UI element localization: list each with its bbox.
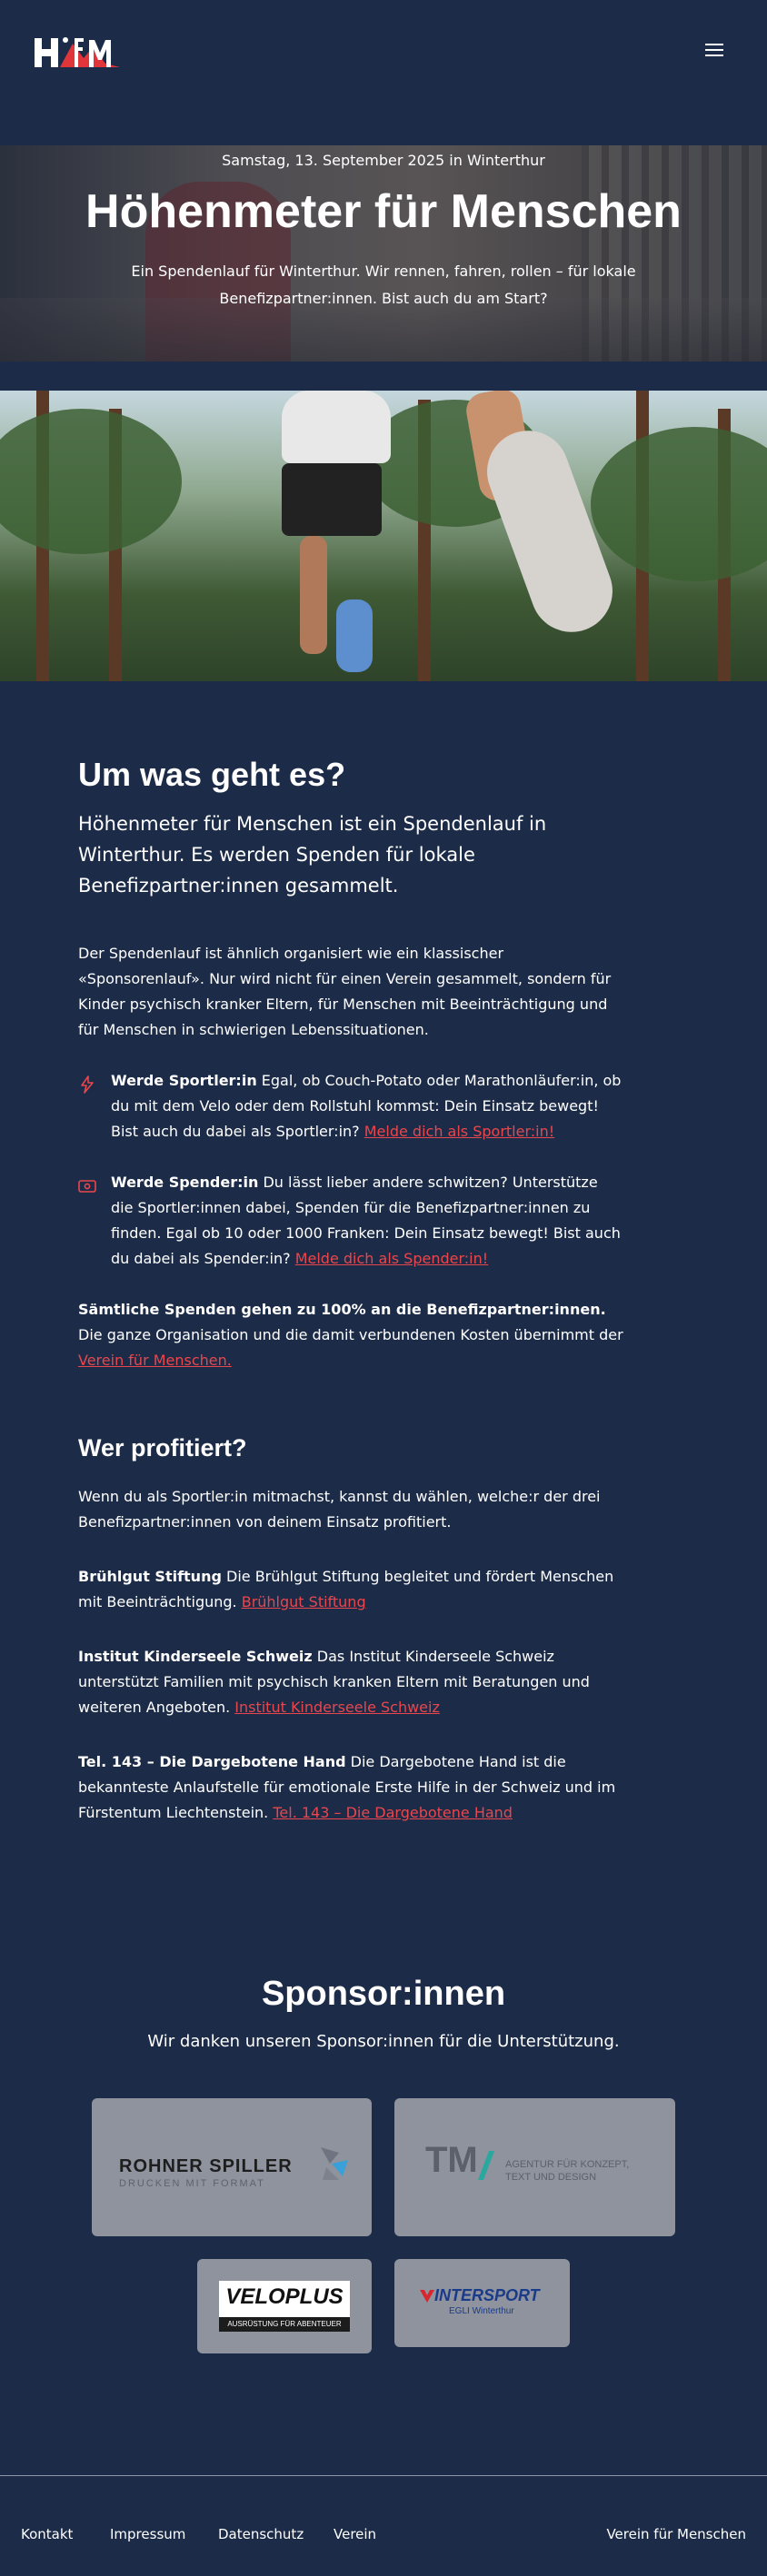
runner-shorts <box>282 463 382 536</box>
hfm-logo[interactable] <box>33 31 122 71</box>
runner-shirt <box>282 391 391 463</box>
sponsor-name: INTERSPORT <box>434 2286 540 2304</box>
beneficiary-name: Tel. 143 – Die Dargebotene Hand <box>78 1753 346 1770</box>
footer-link-verein-fuer-menschen[interactable]: Verein für Menschen <box>606 2521 746 2548</box>
beneficiary-item: Tel. 143 – Die Dargebotene Hand Die Darg… <box>78 1749 623 1826</box>
sponsor-card-tm[interactable]: TM AGENTUR FÜR KONZEPT, TEXT UND DESIGN <box>394 2098 675 2236</box>
beneficiaries-intro: Wenn du als Sportler:in mitmachst, kanns… <box>78 1488 601 1531</box>
sponsor-tagline: AGENTUR FÜR KONZEPT, TEXT UND DESIGN <box>505 2159 630 2183</box>
sponsor-name: ROHNER SPILLER <box>119 2156 293 2176</box>
runners-image <box>0 391 767 681</box>
intersport-mark-icon <box>420 2290 434 2303</box>
sponsor-name: TM <box>425 2140 478 2180</box>
site-footer: Kontakt Impressum Datenschutz Verein Ver… <box>0 2521 767 2548</box>
feature-donor-text: Werde Spender:in Du lässt lieber andere … <box>111 1170 623 1272</box>
tm-slash-icon <box>478 2151 494 2180</box>
sponsor-tagline: DRUCKEN MIT FORMAT <box>119 2178 265 2189</box>
sponsor-tagline: EGLI Winterthur <box>449 2306 514 2316</box>
menu-bar <box>705 49 723 51</box>
veloplus-logo: VELOPLUS AUSRÜSTUNG FÜR ABENTEUER <box>219 2281 350 2332</box>
beneficiary-item: Institut Kinderseele Schweiz Das Institu… <box>78 1644 623 1720</box>
feature-athlete-text: Werde Sportler:in Egal, ob Couch-Potato … <box>111 1068 623 1144</box>
verein-link[interactable]: Verein für Menschen. <box>78 1352 232 1369</box>
footer-link-impressum[interactable]: Impressum <box>110 2521 185 2548</box>
beneficiary-link[interactable]: Tel. 143 – Die Dargebotene Hand <box>273 1804 513 1821</box>
beneficiary-item: Brühlgut Stiftung Die Brühlgut Stiftung … <box>78 1564 623 1615</box>
tm-accent-mark <box>476 2145 496 2182</box>
lightning-icon <box>81 1075 94 1094</box>
runner-leg <box>300 536 327 654</box>
donation-note-bold: Sämtliche Spenden gehen zu 100% an die B… <box>78 1301 606 1318</box>
about-heading: Um was geht es? <box>78 756 346 793</box>
sponsor-tagline: AUSRÜSTUNG FÜR ABENTEUER <box>219 2317 350 2332</box>
hero-subtitle: Ein Spendenlauf für Winterthur. Wir renn… <box>131 263 636 307</box>
feature-donor: Werde Spender:in Du lässt lieber andere … <box>78 1170 623 1272</box>
money-icon <box>78 1180 96 1193</box>
donation-note-text: Die ganze Organisation und die damit ver… <box>78 1326 623 1343</box>
sponsor-card-intersport[interactable]: INTERSPORT EGLI Winterthur <box>394 2259 570 2347</box>
beneficiary-link[interactable]: Brühlgut Stiftung <box>242 1593 366 1610</box>
main-content: Um was geht es? Höhenmeter für Menschen … <box>78 754 623 1826</box>
event-date: Samstag, 13. September 2025 in Winterthu… <box>222 152 545 169</box>
tree-foliage <box>0 409 182 554</box>
register-donor-link[interactable]: Melde dich als Spender:in! <box>295 1250 488 1267</box>
tree-foliage <box>591 427 767 581</box>
footer-link-kontakt[interactable]: Kontakt <box>21 2521 73 2548</box>
beneficiaries-heading: Wer profitiert? <box>78 1434 247 1461</box>
register-athlete-link[interactable]: Melde dich als Sportler:in! <box>364 1123 554 1140</box>
footer-link-datenschutz[interactable]: Datenschutz <box>218 2521 304 2548</box>
feature-title: Werde Spender:in <box>111 1174 259 1191</box>
runner-shoe <box>336 599 373 672</box>
site-header <box>0 0 767 109</box>
about-intro: Der Spendenlauf ist ähnlich organisiert … <box>78 945 612 1038</box>
feature-athlete: Werde Sportler:in Egal, ob Couch-Potato … <box>78 1068 623 1144</box>
hamburger-menu-icon[interactable] <box>703 40 725 62</box>
page-title: Höhenmeter für Menschen <box>85 185 682 238</box>
beneficiary-link[interactable]: Institut Kinderseele Schweiz <box>234 1699 440 1716</box>
sponsor-card-rohner-spiller[interactable]: ROHNER SPILLER DRUCKEN MIT FORMAT <box>92 2098 372 2236</box>
menu-bar <box>705 44 723 45</box>
menu-bar <box>705 54 723 56</box>
feature-title: Werde Sportler:in <box>111 1072 257 1089</box>
footer-link-verein[interactable]: Verein <box>334 2521 376 2548</box>
donation-note: Sämtliche Spenden gehen zu 100% an die B… <box>78 1297 623 1373</box>
sponsor-card-veloplus[interactable]: VELOPLUS AUSRÜSTUNG FÜR ABENTEUER <box>197 2259 372 2353</box>
beneficiary-name: Institut Kinderseele Schweiz <box>78 1648 313 1665</box>
beneficiary-name: Brühlgut Stiftung <box>78 1568 222 1585</box>
rohner-spiller-mark-icon <box>321 2147 348 2180</box>
sponsors-subtitle: Wir danken unseren Sponsor:innen für die… <box>147 2032 620 2051</box>
sponsor-name: VELOPLUS <box>225 2284 344 2309</box>
about-lead: Höhenmeter für Menschen ist ein Spendenl… <box>78 813 547 897</box>
footer-divider <box>0 2475 767 2476</box>
sponsors-heading: Sponsor:innen <box>261 1975 506 2013</box>
hero: Samstag, 13. September 2025 in Winterthu… <box>0 145 767 312</box>
